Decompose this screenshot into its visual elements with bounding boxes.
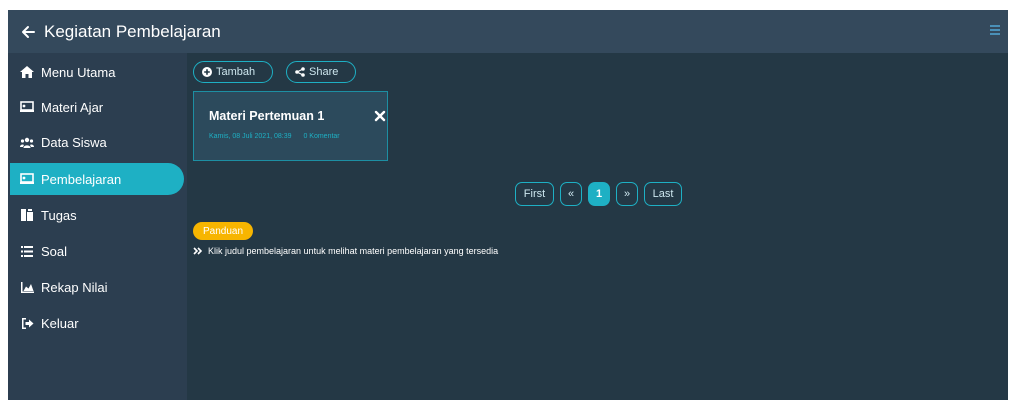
sidebar-item-label: Materi Ajar: [41, 99, 104, 115]
page-1-button[interactable]: 1: [588, 182, 610, 206]
back-arrow-icon[interactable]: [20, 24, 36, 40]
sidebar: Menu Utama Materi Ajar Data Siswa Pembel…: [8, 53, 187, 400]
hamburger-menu-icon[interactable]: [990, 25, 1000, 37]
sidebar-item-materi-ajar[interactable]: Materi Ajar: [8, 91, 186, 123]
page-last-button[interactable]: Last: [644, 182, 682, 206]
lesson-meta: Kamis, 08 Juli 2021, 08:39 0 Komentar: [209, 133, 350, 140]
sidebar-item-label: Pembelajaran: [41, 171, 122, 187]
chalkboard-icon: [20, 100, 34, 114]
share-icon: [295, 67, 305, 77]
tasks-icon: [20, 208, 34, 222]
lesson-date: Kamis, 08 Juli 2021, 08:39: [209, 133, 292, 140]
close-icon[interactable]: [374, 109, 386, 122]
add-button[interactable]: Tambah: [193, 61, 273, 83]
plus-circle-icon: [202, 67, 212, 77]
add-button-label: Tambah: [216, 66, 256, 78]
share-button-label: Share: [309, 66, 339, 78]
main-content: Tambah Share Materi Pertemuan 1 Kamis, 0…: [187, 53, 1008, 400]
sidebar-item-label: Keluar: [41, 315, 79, 331]
lesson-card: Materi Pertemuan 1 Kamis, 08 Juli 2021, …: [193, 91, 388, 161]
app-window: Kegiatan Pembelajaran Menu Utama Materi …: [8, 10, 1008, 400]
chalkboard-icon: [20, 172, 34, 186]
page-prev-button[interactable]: «: [560, 182, 582, 206]
home-icon: [20, 65, 34, 79]
sidebar-item-label: Data Siswa: [41, 134, 107, 150]
sidebar-item-keluar[interactable]: Keluar: [8, 307, 186, 339]
page-next-button[interactable]: »: [616, 182, 638, 206]
page-title: Kegiatan Pembelajaran: [44, 21, 221, 41]
sign-out-icon: [20, 316, 34, 330]
sidebar-item-label: Rekap Nilai: [41, 279, 108, 295]
sidebar-item-tugas[interactable]: Tugas: [8, 199, 186, 231]
lesson-comments[interactable]: 0 Komentar: [303, 133, 339, 140]
double-chevron-right-icon: [193, 247, 202, 255]
lesson-title[interactable]: Materi Pertemuan 1: [209, 109, 324, 123]
sidebar-item-label: Soal: [41, 243, 68, 259]
guide-text-row: Klik judul pembelajaran untuk melihat ma…: [193, 246, 498, 256]
chart-area-icon: [20, 280, 34, 294]
pagination: First « 1 » Last: [515, 182, 688, 206]
sidebar-item-label: Menu Utama: [41, 64, 116, 80]
guide-text: Klik judul pembelajaran untuk melihat ma…: [208, 246, 499, 256]
sidebar-item-rekap-nilai[interactable]: Rekap Nilai: [8, 271, 186, 303]
sidebar-item-pembelajaran[interactable]: Pembelajaran: [10, 163, 184, 195]
users-icon: [20, 135, 34, 149]
guide-badge: Panduan: [193, 222, 254, 240]
sidebar-item-soal[interactable]: Soal: [8, 235, 186, 267]
top-bar: Kegiatan Pembelajaran: [8, 10, 1008, 53]
sidebar-item-data-siswa[interactable]: Data Siswa: [8, 126, 186, 158]
page-first-button[interactable]: First: [515, 182, 554, 206]
sidebar-item-menu-utama[interactable]: Menu Utama: [8, 56, 186, 88]
list-icon: [20, 244, 34, 258]
sidebar-item-label: Tugas: [41, 207, 77, 223]
share-button[interactable]: Share: [286, 61, 356, 83]
